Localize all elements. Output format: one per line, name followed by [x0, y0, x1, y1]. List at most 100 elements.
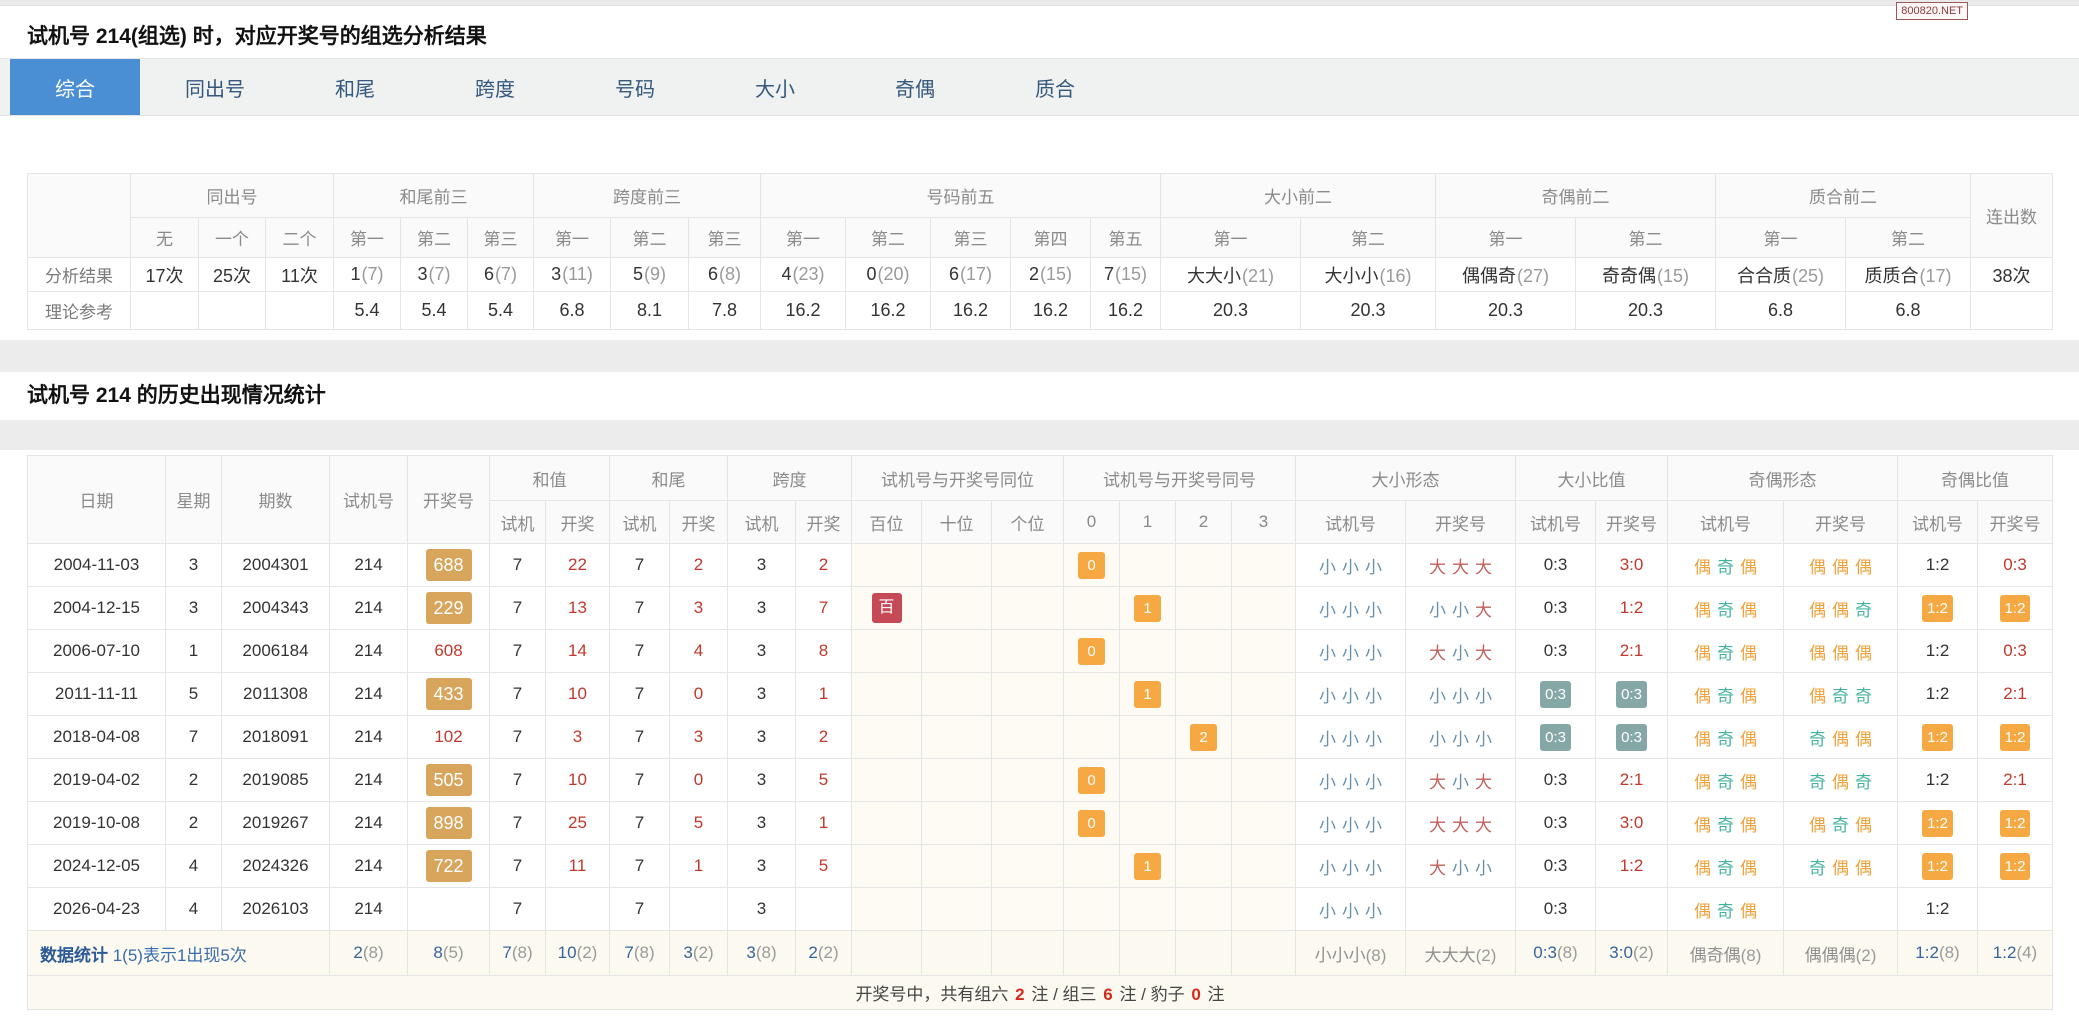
span-draw-cell: 5 — [795, 758, 852, 802]
analysis-value: 6 — [949, 264, 960, 284]
stat-count: (8) — [633, 943, 655, 962]
seq-char: 小 — [1452, 643, 1470, 663]
cell-value: 0:3 — [1616, 680, 1647, 708]
date-cell: 2018-04-08 — [27, 715, 166, 759]
sum-test-stat: 7(8) — [489, 930, 546, 976]
history-group-header: 日期 — [27, 455, 166, 544]
same-pos-unit-cell — [990, 844, 1065, 888]
draw-number-cell: 688 — [407, 543, 490, 587]
cell-value: 0 — [1078, 766, 1106, 794]
sum-test-cell: 7 — [489, 543, 546, 587]
analysis-cell: 20.3 — [1435, 291, 1577, 330]
analysis-value: 16.2 — [785, 300, 821, 320]
history-sub-header: 试机 — [609, 500, 670, 544]
cell-value: 3:0 — [1619, 555, 1644, 574]
issue-cell: 2011308 — [221, 672, 330, 716]
span-draw-cell: 2 — [795, 715, 852, 759]
analysis-cell: 7.8 — [688, 291, 762, 330]
parity-form-draw-stat: 偶偶偶(2) — [1783, 930, 1899, 976]
parity-form-draw-cell: 偶奇奇 — [1783, 672, 1899, 716]
tab-0[interactable]: 综合 — [10, 59, 140, 115]
stat-value: 0:3 — [1533, 943, 1557, 962]
history-sub-header: 2 — [1175, 500, 1233, 544]
parity-form-test-cell: 偶奇偶 — [1667, 672, 1785, 716]
analysis-value: 合合质 — [1737, 265, 1792, 286]
same-pos-unit-stat — [990, 930, 1065, 976]
sum-test-cell: 7 — [489, 715, 546, 759]
tab-7[interactable]: 质合 — [990, 59, 1120, 115]
seq-char: 小 — [1365, 901, 1383, 921]
sum-test-cell: 7 — [489, 672, 546, 716]
history-sub-header: 开奖号 — [1783, 500, 1899, 544]
seq-char: 小 — [1319, 557, 1337, 577]
cell-value: 1:2 — [1999, 594, 2031, 622]
tab-2[interactable]: 和尾 — [290, 59, 420, 115]
seq-char: 小 — [1342, 772, 1360, 792]
history-sub-header: 十位 — [921, 500, 992, 544]
seq-char: 小 — [1342, 557, 1360, 577]
cell-value: 10 — [568, 770, 587, 789]
seq-char: 偶 — [1832, 772, 1850, 792]
analysis-sub-header: 第三 — [688, 217, 762, 258]
draw-number-cell: 433 — [407, 672, 490, 716]
tab-1[interactable]: 同出号 — [150, 59, 280, 115]
size-ratio-draw-cell: 1:2 — [1595, 844, 1669, 888]
history-sub-header: 开奖 — [669, 500, 728, 544]
stat-value: 1:2 — [1915, 943, 1939, 962]
tab-6[interactable]: 奇偶 — [850, 59, 980, 115]
issue-cell: 2019085 — [221, 758, 330, 802]
size-ratio-test-cell: 0:3 — [1515, 715, 1597, 759]
stat-value: 小小小 — [1314, 945, 1366, 965]
analysis-count: (27) — [1517, 265, 1550, 286]
parity-ratio-draw-cell: 1:2 — [1977, 715, 2054, 759]
same-digit-2-cell — [1175, 844, 1233, 888]
history-sub-header: 试机号 — [1667, 500, 1785, 544]
size-ratio-draw-cell: 2:1 — [1595, 758, 1669, 802]
test-number-cell: 214 — [329, 586, 408, 630]
seq-char: 小 — [1319, 815, 1337, 835]
stat-count: (2) — [1855, 945, 1877, 965]
size-ratio-draw-cell: 2:1 — [1595, 629, 1669, 673]
analysis-header-subs: 无一个 二个 第一 第二 第三 第一 第二 第三 第一 第二 第三 第四 第五 第一 第二 第一 第二 第一 第二 — [28, 217, 2053, 258]
seq-char: 偶 — [1694, 858, 1712, 878]
watermark-link[interactable]: 800820.NET — [1896, 2, 1968, 20]
tab-5[interactable]: 大小 — [710, 59, 840, 115]
cell-value: 7 — [818, 598, 829, 617]
same-digit-3-cell — [1231, 543, 1297, 587]
same-digit-0-cell: 0 — [1063, 758, 1121, 802]
tab-4[interactable]: 号码 — [570, 59, 700, 115]
span-draw-cell: 5 — [795, 844, 852, 888]
stat-count: (2) — [1632, 943, 1654, 962]
same-digit-1-cell: 1 — [1119, 844, 1177, 888]
cell-value: 0 — [693, 684, 704, 703]
tab-3[interactable]: 跨度 — [430, 59, 560, 115]
size-form-draw-cell: 小小小 — [1405, 672, 1517, 716]
date-cell: 2004-12-15 — [27, 586, 166, 630]
history-row: 2004-12-15 3 2004343 214 229 7 13 7 3 3 7 百 1 小小小小小大 0… — [27, 586, 2054, 630]
span-draw-cell: 7 — [795, 586, 852, 630]
cell-value: 3 — [572, 727, 583, 746]
analysis-count: (7) — [495, 264, 518, 284]
span-draw-cell: 1 — [795, 801, 852, 845]
analysis-group-header — [27, 173, 131, 258]
same-pos-unit-cell — [990, 887, 1065, 931]
seq-char: 小 — [1452, 686, 1470, 706]
same-digit-1-cell — [1119, 629, 1177, 673]
history-sub-header: 开奖号 — [1405, 500, 1517, 544]
stat-value: 8 — [433, 943, 443, 962]
cell-value: 0:3 — [1616, 723, 1647, 751]
footer-count: 6 — [1103, 985, 1113, 1004]
cell-value: 0:3 — [2003, 641, 2027, 660]
span-test-cell: 3 — [727, 629, 796, 673]
same-pos-hundred-cell — [851, 715, 922, 759]
analysis-cell: 17次 — [130, 257, 199, 292]
same-digit-0-cell: 0 — [1063, 801, 1121, 845]
draw-number-cell: 608 — [407, 629, 490, 673]
cell-value: 3 — [693, 727, 704, 746]
analysis-sub-header: 第二 — [610, 217, 690, 258]
analysis-sub-header: 第一 — [333, 217, 402, 258]
seq-char: 偶 — [1694, 557, 1712, 577]
analysis-row-label: 分析结果 — [27, 257, 131, 292]
sum-draw-cell: 14 — [545, 629, 610, 673]
history-group-header: 试机号与开奖号同号 — [1063, 455, 1297, 501]
